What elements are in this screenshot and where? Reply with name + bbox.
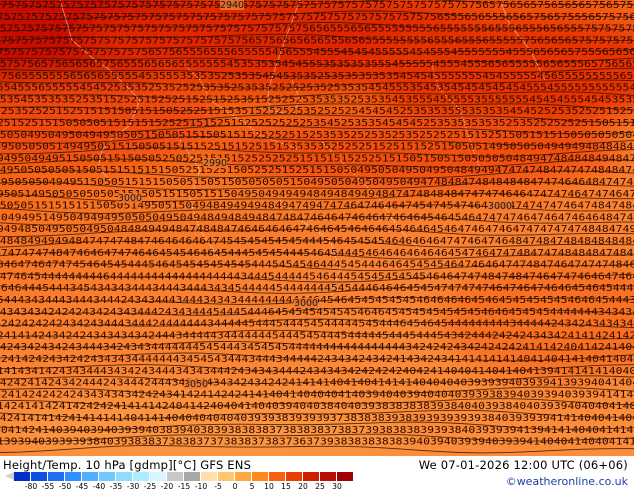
temperature-value-row: 4241414243424243434343424443444443444444… [0, 330, 634, 341]
color-scale-label: 15 [281, 482, 291, 490]
color-scale-cell [252, 472, 269, 481]
temperature-value-row: 4950505049495150505151515050515051505050… [0, 177, 634, 188]
temperature-value-row: 5251525151505050515151515252515152515252… [0, 118, 634, 129]
contour-value-label: 2940 [220, 0, 244, 11]
color-scale-cell [201, 472, 218, 481]
color-scale-label: -50 [58, 482, 72, 490]
temperature-value-row: 5757575757575757575757575757575757575657… [0, 35, 634, 46]
color-scale-label: -15 [177, 482, 191, 490]
color-scale-label: 10 [264, 482, 274, 490]
temperature-value-row: 4241424242424343434342424341424142424141… [0, 389, 634, 400]
color-scale-label: -80 [24, 482, 38, 490]
color-scale-label: 30 [332, 482, 342, 490]
color-scale-label: -55 [41, 482, 55, 490]
color-scale-label: 25 [315, 482, 325, 490]
color-scale-cell [337, 472, 354, 481]
color-scale-cell [184, 472, 201, 481]
temperature-value-row: 4948484949494847474748474646464647454545… [0, 236, 634, 247]
color-scale-label: 0 [232, 482, 238, 490]
color-scale-cell [303, 472, 320, 481]
color-scale-cell [31, 472, 48, 481]
color-scale-label: -5 [214, 482, 222, 490]
temperature-value-row: 4950505151515151505051495051504948494949… [0, 201, 634, 212]
color-scale-cell [286, 472, 303, 481]
temperature-value-row: 5554555655555454525353525352525353525353… [0, 83, 634, 94]
color-scale-cell [218, 472, 235, 481]
temperature-value-row: 4242414141424141414140414140404040404039… [0, 413, 634, 424]
temperature-value-row: 4949485049505049504848494948474848474646… [0, 224, 634, 235]
contour-value-label: 3000 [488, 201, 512, 212]
temperature-value-row: 5757575657565656575655565656555555545353… [0, 59, 634, 70]
color-scale-label: -25 [143, 482, 157, 490]
color-scale-cell [99, 472, 116, 481]
temperature-value-row: 4242424242434243444344424444444344444544… [0, 319, 634, 330]
color-scale-cell [48, 472, 65, 481]
temperature-labels: 5757575757575757575757575757575757575757… [0, 0, 634, 448]
temperature-value-row: 4241424243424243434344444443454543444344… [0, 354, 634, 365]
valid-datetime: We 07-01-2026 12:00 UTC (06+06) [418, 458, 628, 472]
temperature-value-row: 5453545353535253515252515252515251525351… [0, 94, 634, 105]
temperature-value-row: 4142414142414242424141414240414240404140… [0, 401, 634, 412]
temperature-value-row: 5756555555565656555554535553535352535354… [0, 71, 634, 82]
temperature-value-row: 4950505051494950515150505151515251515251… [0, 142, 634, 153]
map-area: 5757575757575757575757575757575757575757… [0, 0, 634, 456]
color-scale-cell [14, 472, 31, 481]
temperature-value-row: 5757575757575757575757575757575757575757… [0, 12, 634, 23]
color-scale [14, 472, 354, 481]
temperature-value-row: 4141434142434344434342434443434344424343… [0, 366, 634, 377]
color-scale-cell [150, 472, 167, 481]
color-scale-cell [269, 472, 286, 481]
temperature-value-row: 5253525251525151515051515052525151535152… [0, 106, 634, 117]
source-credit: ©weatheronline.co.uk [505, 475, 628, 488]
color-scale-label: -10 [194, 482, 208, 490]
color-scale-cell [82, 472, 99, 481]
color-scale-label: -30 [126, 482, 140, 490]
color-scale-label: -20 [160, 482, 174, 490]
temperature-value-row: 4139394039393938403938383738383737383837… [0, 437, 634, 448]
temperature-value-row: 5050504950495049495050515050515150515152… [0, 130, 634, 141]
contour-value-label: 3000 [294, 298, 318, 309]
color-scale-label: 5 [249, 482, 255, 490]
temperature-value-row: 4949504949515050515150505250525151515252… [0, 153, 634, 164]
temperature-value-row: 4950514950505050505151505151505151504950… [0, 189, 634, 200]
color-scale-cell [235, 472, 252, 481]
temperature-value-row: 4142424142434244424344424443434443434243… [0, 378, 634, 389]
color-scale-cell [133, 472, 150, 481]
temperature-value-row: 4646444544434543434344434443444343454444… [0, 283, 634, 294]
color-scale-label: 20 [298, 482, 308, 490]
color-scale-label: -40 [92, 482, 106, 490]
temperature-value-row: 5757575757575757575757565756555655565555… [0, 47, 634, 58]
map-footer: Height/Temp. 10 hPa [gdmp][°C] GFS ENS W… [0, 456, 634, 490]
colorbar-low-arrow-icon [5, 472, 14, 480]
color-scale-label: -45 [75, 482, 89, 490]
temperature-value-row: 4547464544444444464444444444444444444344… [0, 271, 634, 282]
map-title: Height/Temp. 10 hPa [gdmp][°C] GFS ENS [3, 458, 252, 472]
color-scale-cell [167, 472, 184, 481]
temperature-value-row: 5757575757575757575757575757575757575757… [0, 0, 634, 11]
color-scale-cell [65, 472, 82, 481]
temperature-map: 5757575757575757575757575757575757575757… [0, 0, 634, 456]
temperature-value-row: 4849505050505150515151515150525152515052… [0, 165, 634, 176]
color-scale-cell [320, 472, 337, 481]
temperature-value-row: 5049495149504949495050504950494849484948… [0, 212, 634, 223]
color-scale-labels: -80 -55 -50 -45 -40 -35 -30 -25 -20 -15 -10 -5 0 5 10 1… [14, 482, 354, 490]
temperature-value-row: 4747474748474646474746464545464645444545… [0, 248, 634, 259]
color-scale-cell [116, 472, 133, 481]
temperature-value-row: 4846474647474546454544454645454545454544… [0, 260, 634, 271]
temperature-value-row: 5757575757575757575757575757575757575757… [0, 24, 634, 35]
temperature-value-row: 4041424140394039403939403839403839383838… [0, 425, 634, 436]
weather-map-page: 5757575757575757575757575757575757575757… [0, 0, 634, 490]
color-scale-label: -35 [109, 482, 123, 490]
contour-value-label: 2990 [203, 158, 227, 169]
contour-value-label: 3050 [184, 379, 208, 390]
temperature-value-row: 4242434243424344434243434444444545444345… [0, 342, 634, 353]
contour-value-label: 3000 [118, 193, 142, 204]
